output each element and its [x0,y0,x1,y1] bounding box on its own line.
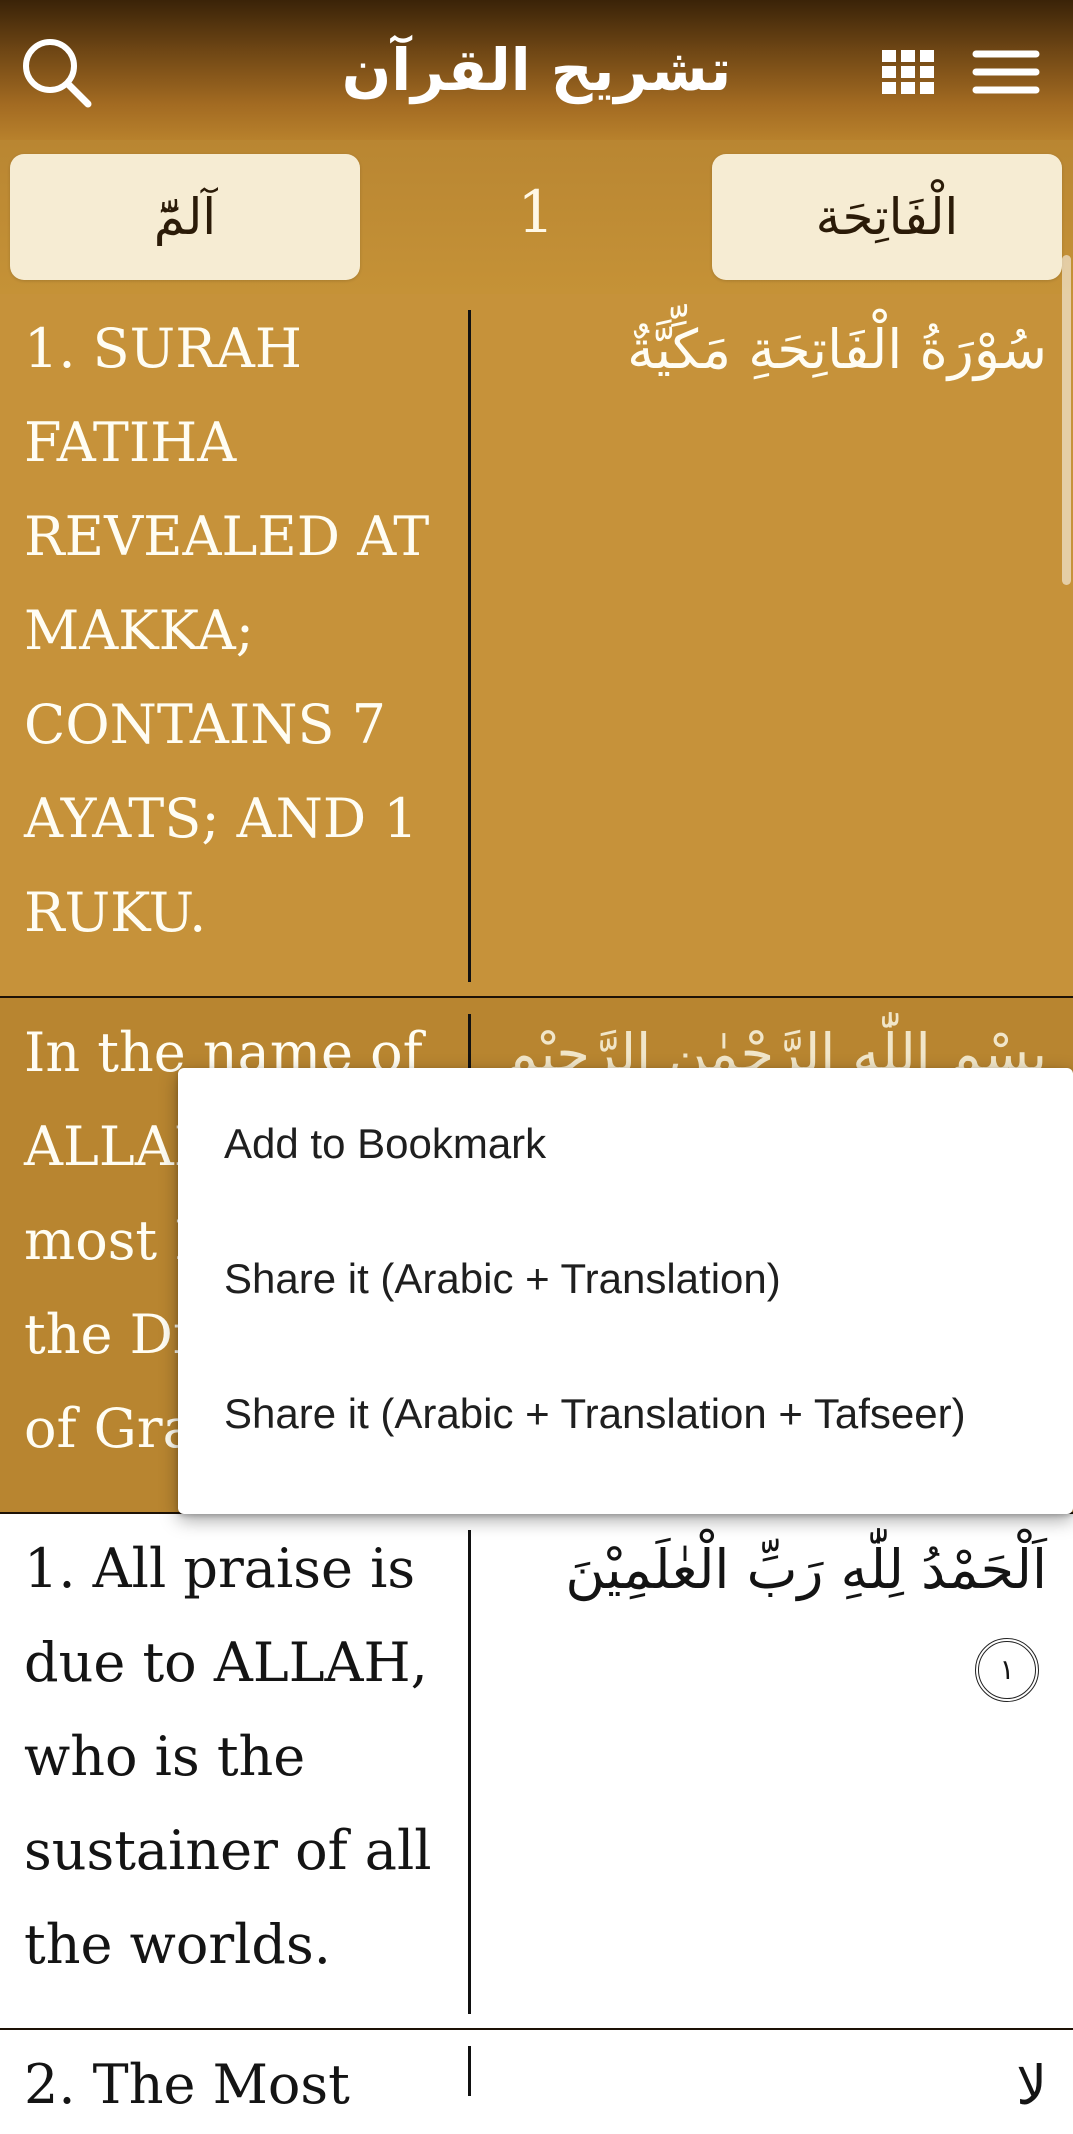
verse-row[interactable]: 2. The Most لا [0,2030,1073,2117]
app-bar: تشريح القرآن [0,0,1073,140]
search-button[interactable] [14,30,98,114]
arabic-text: سُوْرَةُ الْفَاتِحَةِ مَكِّيَّةٌ [627,318,1047,381]
search-icon [23,39,92,108]
column-divider [468,1530,471,2014]
column-divider [468,310,471,982]
main-menu-button[interactable] [964,30,1048,114]
ayah-number-marker: ١ [975,1638,1039,1702]
arabic-verse: اَلْحَمْدُ لِلّٰهِ رَبِّ الْعٰلَمِيْنَ ١ [490,1522,1047,1714]
surah-navigation: آلمّٓ 1 الْفَاتِحَة [0,140,1073,294]
verse-row[interactable]: 1. All praise is due to ALLAH, who is th… [0,1514,1073,2030]
grid-icon [882,50,934,94]
next-surah-button[interactable]: الْفَاتِحَة [712,154,1062,280]
app-title: تشريح القرآن [341,36,732,104]
arabic-text: لا [1016,2054,1047,2117]
share-arabic-translation-option[interactable]: Share it (Arabic + Translation) [178,1211,1073,1346]
verse-row[interactable]: 1. SURAH FATIHA REVEALED AT MAKKA; CONTA… [0,294,1073,998]
share-arabic-translation-tafseer-option[interactable]: Share it (Arabic + Translation + Tafseer… [178,1346,1073,1481]
scrollbar-thumb[interactable] [1062,255,1071,585]
current-surah-number: 1 [517,178,555,246]
previous-surah-button[interactable]: آلمّٓ [10,154,360,280]
add-to-bookmark-option[interactable]: Add to Bookmark [178,1076,1073,1211]
translation-text: 1. All praise is due to ALLAH, who is th… [24,1537,432,1976]
grid-view-button[interactable] [868,30,952,114]
arabic-text: اَلْحَمْدُ لِلّٰهِ رَبِّ الْعٰلَمِيْنَ [565,1538,1047,1601]
column-divider [468,2046,471,2096]
translation-text: 1. SURAH FATIHA REVEALED AT MAKKA; CONTA… [24,317,430,944]
context-menu: Add to Bookmark Share it (Arabic + Trans… [178,1068,1073,1514]
hamburger-menu-icon [972,50,1040,94]
translation-text: 2. The Most [24,2053,350,2116]
